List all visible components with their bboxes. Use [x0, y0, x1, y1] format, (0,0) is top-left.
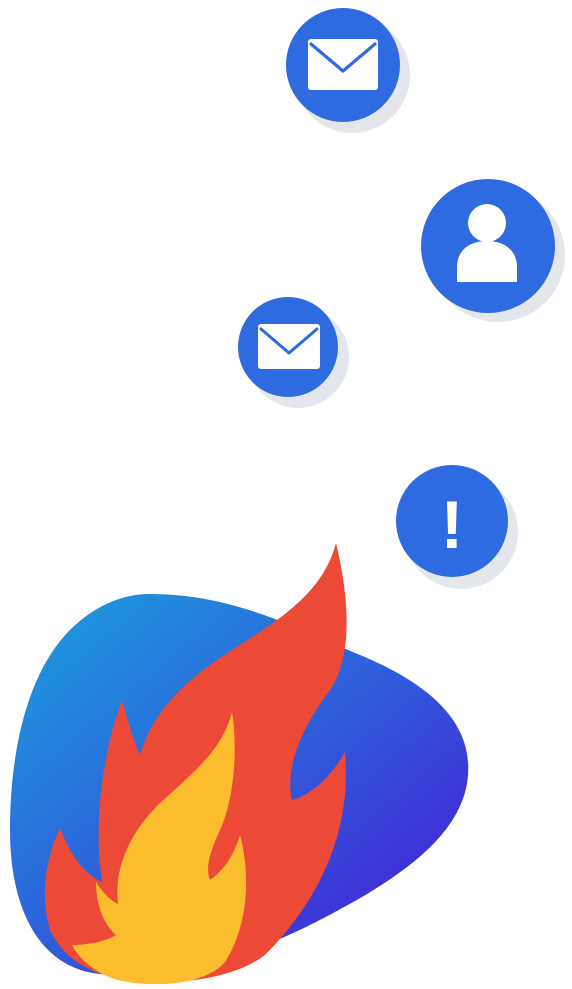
user-bubble	[418, 175, 572, 329]
flame-illustration	[0, 530, 572, 985]
envelope-bubble-top	[284, 4, 418, 138]
envelope-icon	[258, 324, 320, 369]
illustration-stage: !	[0, 0, 572, 985]
envelope-icon	[308, 39, 378, 90]
envelope-bubble-middle	[236, 294, 356, 414]
